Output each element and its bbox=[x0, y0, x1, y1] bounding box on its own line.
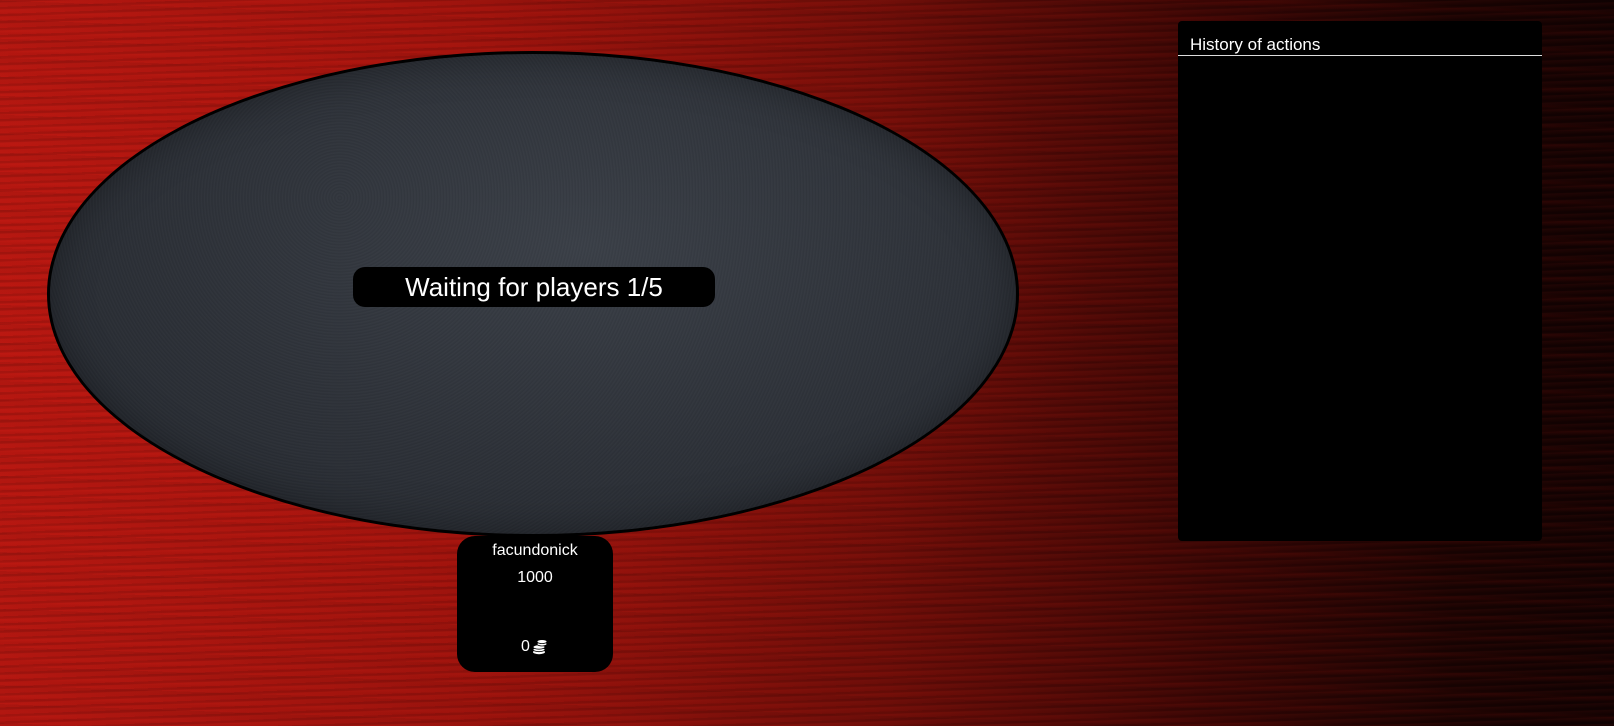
history-divider bbox=[1178, 55, 1542, 56]
status-message: Waiting for players 1/5 bbox=[353, 267, 715, 307]
player-name: facundonick bbox=[492, 542, 578, 559]
history-panel[interactable]: History of actions bbox=[1178, 21, 1542, 541]
coins-icon bbox=[531, 638, 549, 656]
player-seat: facundonick 1000 0 bbox=[457, 536, 613, 672]
player-stack: 1000 bbox=[517, 569, 553, 586]
history-title: History of actions bbox=[1190, 35, 1321, 54]
history-list[interactable] bbox=[1178, 57, 1542, 541]
player-bet: 0 bbox=[457, 638, 613, 656]
player-bet-amount: 0 bbox=[521, 638, 530, 655]
